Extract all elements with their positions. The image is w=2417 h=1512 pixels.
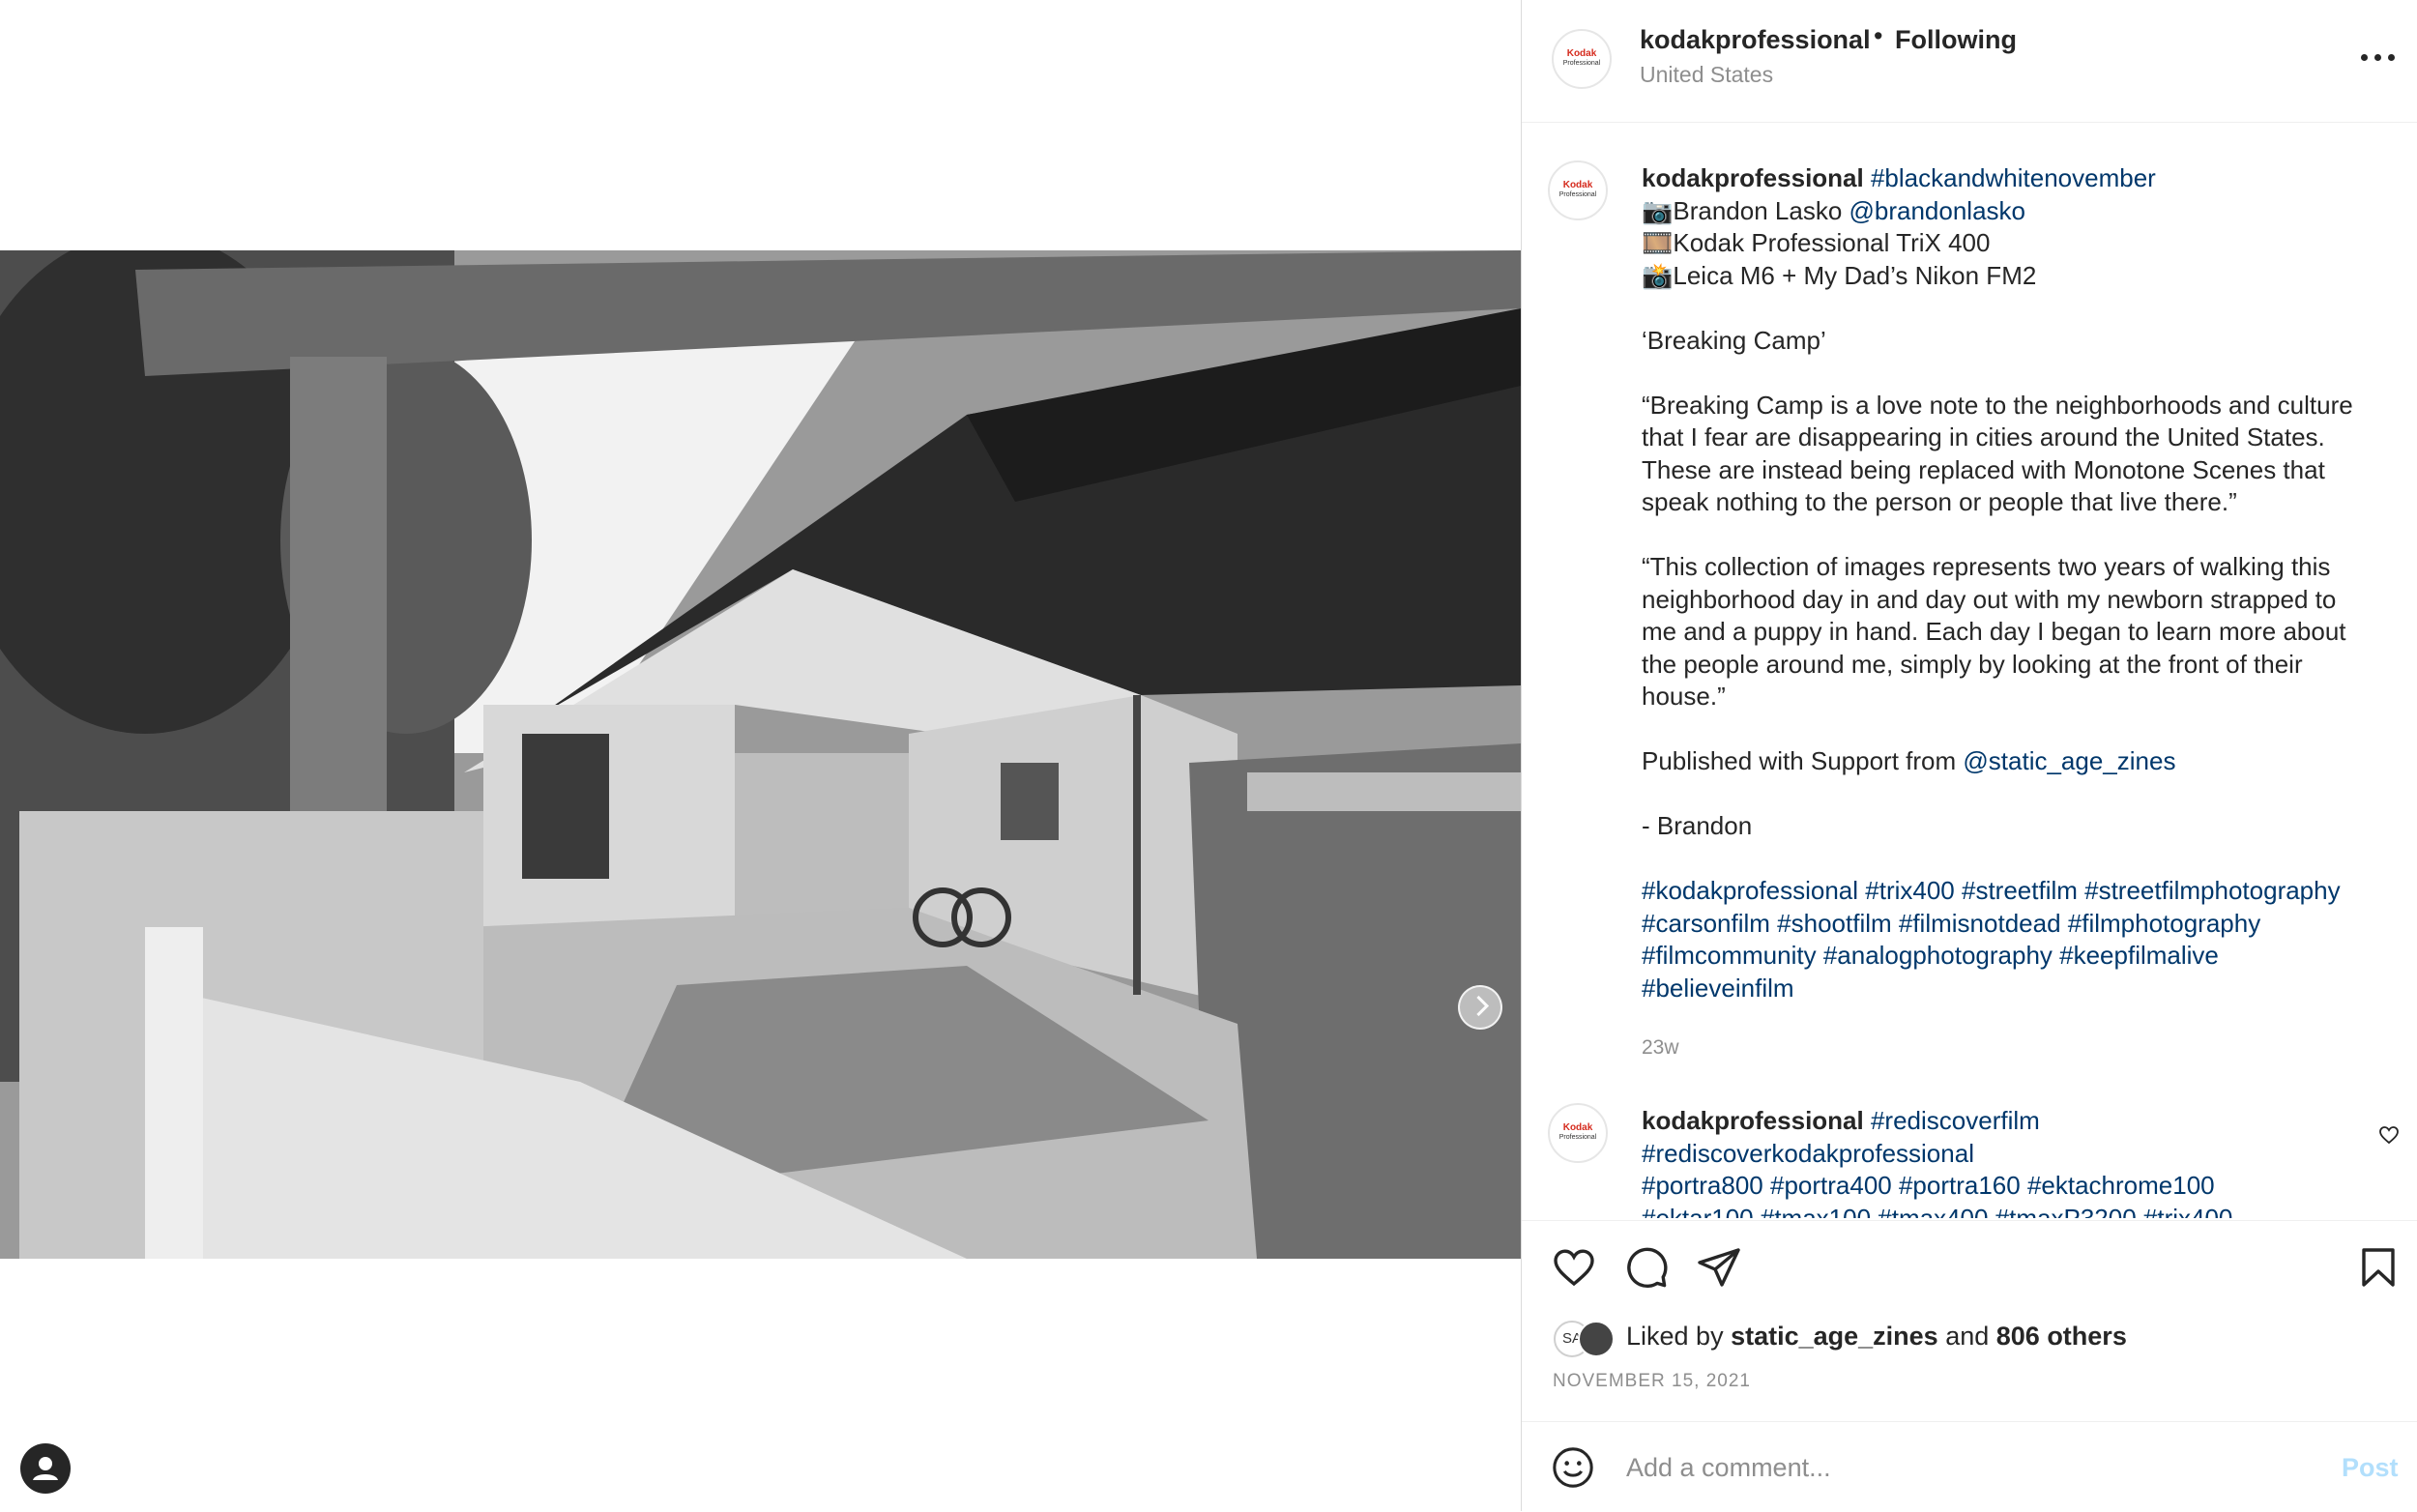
header-username[interactable]: kodakprofessional (1640, 25, 1871, 55)
caption-text: house.” (1642, 682, 1726, 711)
caption-username-link[interactable]: kodakprofessional (1642, 163, 1871, 192)
caption-text: 🎞️Kodak Professional TriX 400 (1642, 228, 1991, 257)
caption-line: that I fear are disappearing in cities a… (1642, 422, 2405, 454)
media-pane (0, 0, 1521, 1511)
caption-line (1642, 778, 2405, 811)
emoji-icon[interactable] (1551, 1445, 1595, 1495)
caption-line: kodakprofessional #blackandwhitenovember (1642, 162, 2405, 195)
caption-avatar[interactable]: Kodak Professional (1548, 160, 1608, 220)
caption-line: “This collection of images represents tw… (1642, 551, 2405, 584)
post-date[interactable]: NOVEMBER 15, 2021 (1553, 1371, 1751, 1392)
account-icon[interactable] (20, 1443, 71, 1494)
caption-link[interactable]: #carsonfilm #shootfilm #filmisnotdead #f… (1642, 909, 2260, 938)
post-timestamp[interactable]: 23w (1642, 1036, 1679, 1060)
avatar-logo-subtext: Professional (1558, 191, 1597, 198)
avatar-logo-text: Kodak (1562, 180, 1593, 190)
caption-line: 📸Leica M6 + My Dad’s Nikon FM2 (1642, 260, 2405, 293)
caption-line: These are instead being replaced with Mo… (1642, 454, 2405, 487)
heart-icon[interactable] (1551, 1244, 1597, 1295)
photo-image (0, 250, 1521, 1259)
caption-link[interactable]: @static_age_zines (1963, 746, 2175, 775)
header-separator: • (1874, 21, 1883, 50)
caption-line (1642, 843, 2405, 876)
avatar-logo-text: Kodak (1566, 48, 1597, 59)
caption-line: 📷Brandon Lasko @brandonlasko (1642, 195, 2405, 228)
comment-item: kodakprofessional #rediscoverfilm #redisc… (1642, 1105, 2376, 1218)
caption-line: the people around me, simply by looking … (1642, 649, 2405, 682)
caption-text: ‘Breaking Camp’ (1642, 325, 1826, 355)
caption-link[interactable]: #kodakprofessional #trix400 #streetfilm … (1642, 876, 2341, 905)
avatar-logo-subtext: Professional (1558, 1134, 1597, 1141)
caption-line (1642, 357, 2405, 390)
caption-line: 🎞️Kodak Professional TriX 400 (1642, 227, 2405, 260)
location-link[interactable]: United States (1640, 62, 1773, 88)
comment-icon[interactable] (1623, 1244, 1670, 1295)
caption-line: #believeinfilm (1642, 973, 2405, 1005)
caption-line (1642, 292, 2405, 325)
caption-text: “Breaking Camp is a love note to the nei… (1642, 390, 2353, 420)
post-side-panel: Kodak Professional kodakprofessional • F… (1521, 0, 2417, 1511)
bookmark-icon[interactable] (2355, 1244, 2402, 1295)
caption-line: #carsonfilm #shootfilm #filmisnotdead #f… (1642, 908, 2405, 941)
caption-link[interactable]: #filmcommunity #analogphotography #keepf… (1642, 941, 2219, 970)
caption-line: house.” (1642, 681, 2405, 713)
caption-text: the people around me, simply by looking … (1642, 649, 2303, 679)
comment-avatar[interactable]: Kodak Professional (1548, 1103, 1608, 1163)
comment-input[interactable] (1624, 1445, 2257, 1490)
caption-text: that I fear are disappearing in cities a… (1642, 422, 2325, 451)
caption-text: These are instead being replaced with Mo… (1642, 454, 2325, 484)
caption-text: speak nothing to the person or people th… (1642, 487, 2237, 516)
next-arrow-icon[interactable] (1458, 985, 1502, 1030)
liker-username-link[interactable]: static_age_zines (1731, 1322, 1938, 1351)
caption-text: “This collection of images represents tw… (1642, 552, 2331, 581)
caption-line (1642, 713, 2405, 746)
comment-username-link[interactable]: kodakprofessional (1642, 1106, 1871, 1135)
caption-line: speak nothing to the person or people th… (1642, 486, 2405, 519)
caption-line: ‘Breaking Camp’ (1642, 325, 2405, 358)
caption-line (1642, 519, 2405, 552)
comment-hashtags[interactable]: #rediscoverkodakprofessional (1642, 1139, 1974, 1168)
caption-text: - Brandon (1642, 811, 1753, 840)
caption-text: me and a puppy in hand. Each day I began… (1642, 617, 2346, 646)
caption-line: - Brandon (1642, 810, 2405, 843)
avatar-logo-text: Kodak (1562, 1122, 1593, 1133)
post-header: Kodak Professional kodakprofessional • F… (1522, 0, 2417, 123)
caption-line: neighborhood day in and day out with my … (1642, 584, 2405, 617)
caption-link[interactable]: #blackandwhitenovember (1871, 163, 2156, 192)
caption-text: 📸Leica M6 + My Dad’s Nikon FM2 (1642, 260, 2037, 290)
caption-line: Published with Support from @static_age_… (1642, 745, 2405, 778)
likes-prefix: Liked by (1626, 1322, 1732, 1351)
likes-others-link[interactable]: 806 others (1996, 1322, 2127, 1351)
comment-line: #rediscoverkodakprofessional (1642, 1138, 2376, 1171)
likes-and: and (1937, 1322, 1996, 1351)
more-icon[interactable] (2361, 44, 2400, 73)
comment-hashtags[interactable]: #rediscoverfilm (1871, 1106, 2040, 1135)
avatar[interactable]: Kodak Professional (1552, 29, 1612, 89)
likes-summary: Liked by static_age_zines and 806 others (1626, 1322, 2127, 1352)
actions-divider (1522, 1220, 2417, 1221)
comment-hashtags[interactable]: #portra800 #portra400 #portra160 #ektach… (1642, 1171, 2215, 1200)
liker-avatar-2[interactable] (1578, 1321, 1615, 1357)
caption-text: Published with Support from (1642, 746, 1964, 775)
caption-line: “Breaking Camp is a love note to the nei… (1642, 390, 2405, 422)
post-caption: kodakprofessional #blackandwhitenovember… (1642, 162, 2405, 1004)
post-photo[interactable] (0, 250, 1521, 1259)
caption-link[interactable]: @brandonlasko (1849, 196, 2026, 225)
caption-text: 📷Brandon Lasko (1642, 195, 1849, 225)
caption-line: me and a puppy in hand. Each day I began… (1642, 616, 2405, 649)
avatar-logo-subtext: Professional (1562, 60, 1601, 67)
comment-line: #portra800 #portra400 #portra160 #ektach… (1642, 1170, 2376, 1203)
comment-like-heart-icon[interactable] (2377, 1123, 2401, 1151)
following-button[interactable]: Following (1895, 25, 2017, 55)
share-icon[interactable] (1696, 1244, 1742, 1295)
caption-text: neighborhood day in and day out with my … (1642, 584, 2337, 614)
add-comment-bar: Post (1522, 1421, 2417, 1512)
comment-hashtags[interactable]: #ektar100 #tmax100 #tmax400 #tmaxP3200 #… (1642, 1204, 2232, 1219)
caption-line: #kodakprofessional #trix400 #streetfilm … (1642, 875, 2405, 908)
caption-link[interactable]: #believeinfilm (1642, 974, 1794, 1003)
caption-line: #filmcommunity #analogphotography #keepf… (1642, 940, 2405, 973)
comment-line: #ektar100 #tmax100 #tmax400 #tmaxP3200 #… (1642, 1203, 2376, 1219)
post-comment-button[interactable]: Post (2342, 1453, 2399, 1483)
comment-line: kodakprofessional #rediscoverfilm (1642, 1105, 2376, 1138)
